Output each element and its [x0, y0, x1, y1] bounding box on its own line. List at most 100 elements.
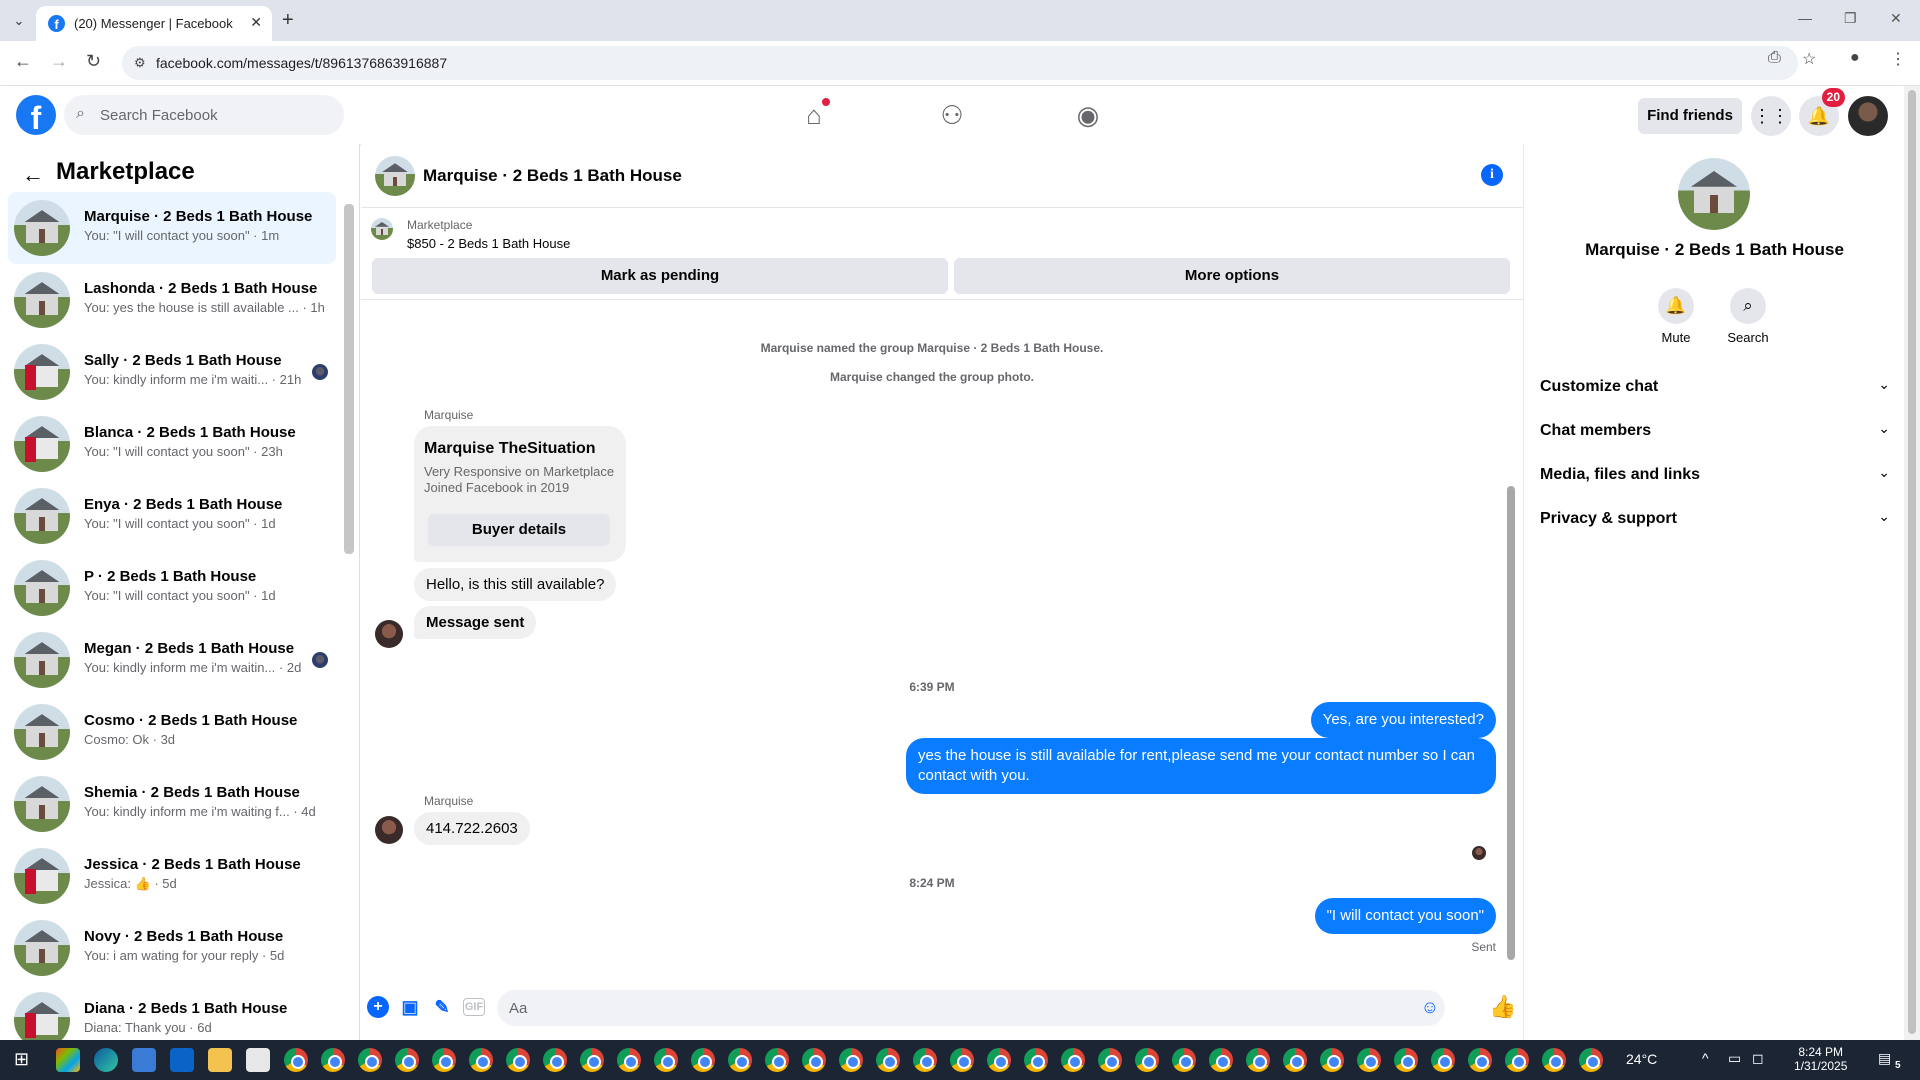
sender-avatar[interactable]	[375, 816, 403, 844]
media-files-links-section[interactable]: Media, files and links ⌄	[1540, 458, 1890, 494]
chrome-window-icon[interactable]	[1320, 1048, 1344, 1072]
restore-icon[interactable]: ❐	[1844, 10, 1857, 27]
back-icon[interactable]: ←	[14, 51, 32, 72]
page-scrollbar[interactable]	[1904, 86, 1920, 1040]
chat-scroll-thumb[interactable]	[1507, 486, 1515, 960]
sender-avatar[interactable]	[375, 620, 403, 648]
message-input[interactable]	[497, 990, 1445, 1026]
conversation-item[interactable]: Novy · 2 Beds 1 Bath House You: i am wati…	[8, 912, 336, 984]
conversation-item[interactable]: Megan · 2 Beds 1 Bath House You: kindly i…	[8, 624, 336, 696]
incoming-message[interactable]: 414.722.2603	[414, 812, 530, 845]
weather-temperature[interactable]: 24°C	[1626, 1051, 1657, 1067]
chat-title[interactable]: Marquise · 2 Beds 1 Bath House	[423, 166, 682, 186]
chrome-window-icon[interactable]	[1505, 1048, 1529, 1072]
chrome-window-icon[interactable]	[876, 1048, 900, 1072]
chrome-window-icon[interactable]	[358, 1048, 382, 1072]
back-arrow-icon[interactable]: ←	[22, 162, 44, 188]
chat-members-section[interactable]: Chat members ⌄	[1540, 414, 1890, 450]
conversation-item[interactable]: Blanca · 2 Beds 1 Bath House You: "I will…	[8, 408, 336, 480]
chrome-window-icon[interactable]	[1283, 1048, 1307, 1072]
chrome-window-icon[interactable]	[395, 1048, 419, 1072]
browser-menu-icon[interactable]: ⋮	[1890, 49, 1906, 69]
app-icon[interactable]	[246, 1048, 270, 1072]
incoming-message[interactable]: Message sent	[414, 606, 537, 639]
conversation-item[interactable]: Lashonda · 2 Beds 1 Bath House You: yes t…	[8, 264, 336, 336]
minimize-icon[interactable]: —	[1798, 10, 1812, 26]
chrome-window-icon[interactable]	[950, 1048, 974, 1072]
mute-button[interactable]: 🔔 Mute	[1646, 288, 1706, 345]
chrome-window-icon[interactable]	[728, 1048, 752, 1072]
emoji-icon[interactable]: ☺	[1419, 996, 1441, 1018]
conversation-item[interactable]: Marquise · 2 Beds 1 Bath House You: "I wi…	[8, 192, 336, 264]
listing-thumbnail[interactable]	[371, 218, 393, 240]
notification-center-icon[interactable]: ▤	[1878, 1050, 1891, 1067]
clock[interactable]: 8:24 PM 1/31/2025	[1794, 1045, 1847, 1073]
chrome-window-icon[interactable]	[432, 1048, 456, 1072]
conversation-item[interactable]: P · 2 Beds 1 Bath House You: "I will cont…	[8, 552, 336, 624]
chrome-window-icon[interactable]	[1135, 1048, 1159, 1072]
find-friends-button[interactable]: Find friends	[1638, 98, 1742, 134]
copilot-icon[interactable]	[56, 1048, 80, 1072]
tab-search-icon[interactable]: ⌄	[8, 10, 30, 32]
facebook-search[interactable]: ⌕	[64, 95, 344, 135]
outlook-icon[interactable]	[170, 1048, 194, 1072]
conversation-item[interactable]: Cosmo · 2 Beds 1 Bath House Cosmo: Ok · 3…	[8, 696, 336, 768]
sidebar-scrollbar[interactable]	[344, 204, 354, 554]
facebook-logo-icon[interactable]: f	[16, 95, 56, 136]
browser-tab[interactable]: f (20) Messenger | Facebook ✕	[36, 6, 272, 41]
new-tab-button[interactable]: +	[282, 9, 294, 32]
friends-nav-icon[interactable]: ⚇	[922, 94, 982, 136]
outgoing-message[interactable]: "I will contact you soon"	[1314, 898, 1496, 934]
chrome-window-icon[interactable]	[691, 1048, 715, 1072]
info-icon[interactable]: i	[1481, 164, 1503, 186]
chrome-window-icon[interactable]	[1061, 1048, 1085, 1072]
file-explorer-icon[interactable]	[208, 1048, 232, 1072]
chrome-window-icon[interactable]	[802, 1048, 826, 1072]
network-icon[interactable]: ▭	[1728, 1050, 1741, 1067]
menu-grid-icon[interactable]: ⋮⋮	[1751, 96, 1791, 136]
attach-media-icon[interactable]: ▣	[399, 996, 421, 1018]
conversation-item[interactable]: Shemia · 2 Beds 1 Bath House You: kindly …	[8, 768, 336, 840]
chrome-window-icon[interactable]	[1357, 1048, 1381, 1072]
chat-scrollbar[interactable]	[1505, 300, 1517, 980]
chrome-window-icon[interactable]	[654, 1048, 678, 1072]
chrome-window-icon[interactable]	[1431, 1048, 1455, 1072]
bookmark-star-icon[interactable]: ☆	[1802, 49, 1816, 69]
more-options-button[interactable]: More options	[954, 258, 1510, 294]
sticker-icon[interactable]: ✎	[431, 996, 453, 1018]
tab-close-icon[interactable]: ✕	[250, 14, 262, 31]
chrome-window-icon[interactable]	[987, 1048, 1011, 1072]
chat-thumbnail[interactable]	[375, 156, 415, 196]
mark-as-pending-button[interactable]: Mark as pending	[372, 258, 948, 294]
search-input[interactable]	[100, 95, 330, 135]
show-hidden-icons-chevron-icon[interactable]: ^	[1702, 1050, 1709, 1066]
chrome-window-icon[interactable]	[1024, 1048, 1048, 1072]
chrome-window-icon[interactable]	[1172, 1048, 1196, 1072]
chrome-window-icon[interactable]	[469, 1048, 493, 1072]
chrome-window-icon[interactable]	[1394, 1048, 1418, 1072]
chrome-window-icon[interactable]	[284, 1048, 308, 1072]
store-icon[interactable]	[132, 1048, 156, 1072]
chrome-window-icon[interactable]	[506, 1048, 530, 1072]
chrome-window-icon[interactable]	[321, 1048, 345, 1072]
open-more-actions-icon[interactable]: +	[367, 996, 389, 1018]
chrome-window-icon[interactable]	[839, 1048, 863, 1072]
outgoing-message[interactable]: yes the house is still available for ren…	[906, 738, 1496, 794]
close-window-icon[interactable]: ✕	[1890, 10, 1902, 27]
listing-price[interactable]: $850 - 2 Beds 1 Bath House	[407, 236, 570, 251]
groups-nav-icon[interactable]: ◉	[1058, 94, 1118, 136]
chrome-window-icon[interactable]	[617, 1048, 641, 1072]
volume-icon[interactable]: ◻	[1752, 1050, 1764, 1067]
reload-icon[interactable]: ↻	[86, 51, 101, 72]
search-in-chat-button[interactable]: ⌕ Search	[1718, 288, 1778, 345]
group-photo[interactable]	[1678, 158, 1750, 230]
chrome-window-icon[interactable]	[1579, 1048, 1603, 1072]
windows-start-icon[interactable]: ⊞	[14, 1049, 29, 1070]
profile-icon[interactable]: ●	[1850, 49, 1860, 67]
incoming-message[interactable]: Hello, is this still available?	[414, 568, 617, 601]
gif-icon[interactable]: GIF	[463, 998, 485, 1016]
url-field[interactable]: ⚙ facebook.com/messages/t/89613768639168…	[122, 46, 1798, 80]
install-app-icon[interactable]: ⎙	[1768, 49, 1781, 67]
home-nav-icon[interactable]: ⌂	[784, 94, 844, 136]
chrome-window-icon[interactable]	[1209, 1048, 1233, 1072]
